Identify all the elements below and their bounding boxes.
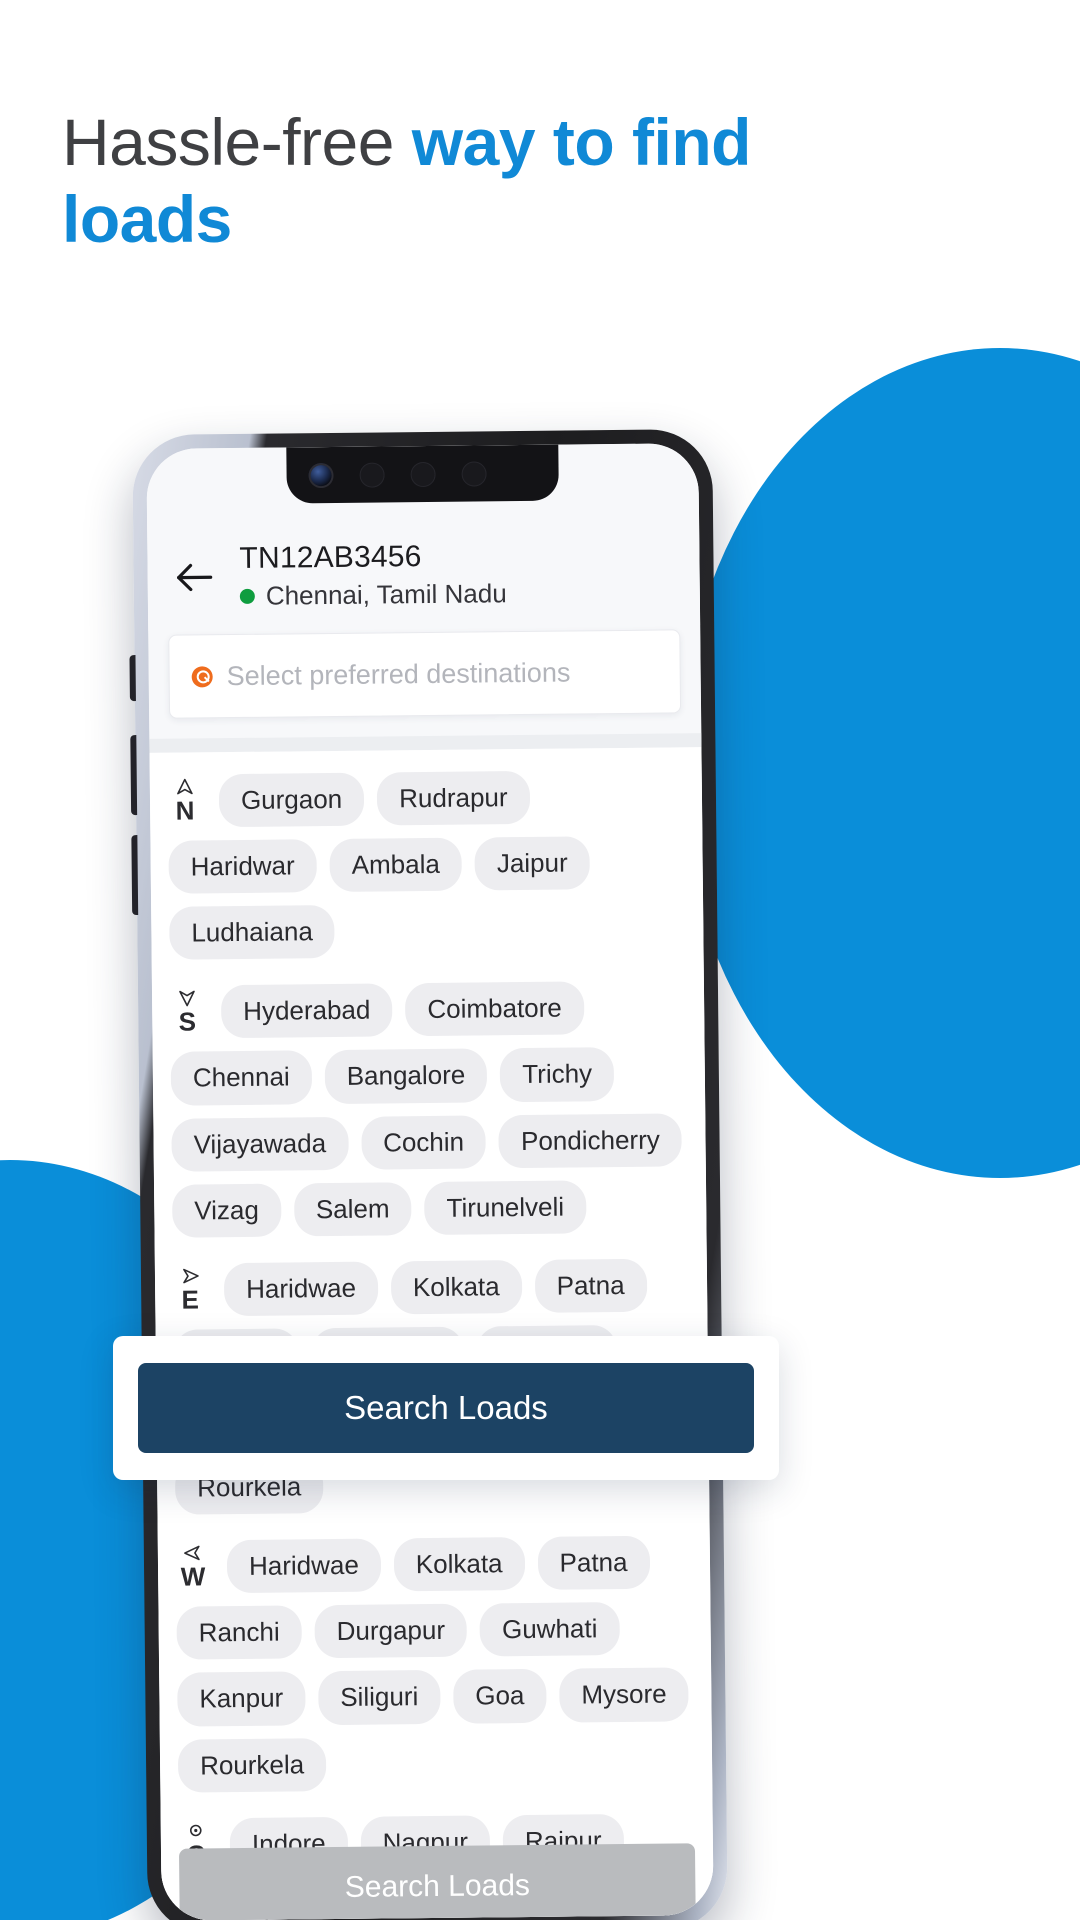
headline-plain-text: Hassle-free xyxy=(62,105,412,179)
ambient-light-sensor-icon xyxy=(410,461,436,487)
destination-chip[interactable]: Jaipur xyxy=(474,836,590,891)
app-header: TN12AB3456 Chennai, Tamil Nadu xyxy=(147,515,701,631)
background-blob-right xyxy=(680,348,1080,1178)
phone-silent-switch xyxy=(129,655,136,702)
destination-chip[interactable]: Pondicherry xyxy=(498,1112,683,1168)
phone-volume-down-button xyxy=(131,835,139,916)
destination-chip[interactable]: Kolkata xyxy=(390,1259,522,1315)
secondary-search-loads-button[interactable]: Search Loads xyxy=(178,1843,696,1920)
destination-chip[interactable]: Patna xyxy=(534,1258,647,1313)
destination-section-south: S Hyderabad Coimbatore Chennai Bangalore Tric… xyxy=(170,981,689,1238)
destination-chip[interactable]: Bangalore xyxy=(324,1048,488,1104)
current-location-row: Chennai, Tamil Nadu xyxy=(239,578,507,612)
destination-section-north: N Gurgaon Rudrapur Haridwar Ambala Jaipur Ludh… xyxy=(168,769,686,961)
compass-west-icon: W xyxy=(176,1542,211,1592)
destination-chip[interactable]: Hyderabad xyxy=(220,983,393,1039)
destination-chip[interactable]: Trichy xyxy=(500,1047,615,1102)
page-title: Hassle-free way to find loads xyxy=(62,104,822,258)
compass-letter-north: N xyxy=(175,795,195,826)
app-viewport: TN12AB3456 Chennai, Tamil Nadu Select pr… xyxy=(146,443,714,1920)
destination-chip[interactable]: Chennai xyxy=(170,1050,313,1106)
destination-sections: N Gurgaon Rudrapur Haridwar Ambala Jaipur Ludh… xyxy=(149,747,714,1920)
front-camera-icon xyxy=(308,462,334,488)
compass-east-icon: E xyxy=(173,1265,208,1315)
destination-chip[interactable]: Haridwae xyxy=(223,1261,379,1317)
destination-chip[interactable]: Siliguri xyxy=(317,1670,441,1725)
phone-notch xyxy=(286,444,559,504)
current-location-label: Chennai, Tamil Nadu xyxy=(265,578,507,611)
compass-south-icon: S xyxy=(170,987,205,1037)
destination-chip[interactable]: Ranchi xyxy=(176,1605,302,1661)
destination-search-field[interactable]: Select preferred destinations xyxy=(168,629,682,719)
phone-volume-up-button xyxy=(130,735,138,816)
destination-chip[interactable]: Coimbatore xyxy=(405,981,585,1037)
destination-chip[interactable]: Kolkata xyxy=(393,1537,525,1592)
destination-chip[interactable]: Guwhati xyxy=(479,1602,620,1657)
back-arrow-icon[interactable] xyxy=(173,557,213,597)
chip-group-north: N Gurgaon Rudrapur Haridwar Ambala Jaipur Ludh… xyxy=(168,769,686,961)
destination-chip[interactable]: Vijayawada xyxy=(171,1116,349,1172)
destination-chip[interactable]: Haridwar xyxy=(168,839,317,894)
destination-chip[interactable]: Ludhaiana xyxy=(169,905,336,961)
destination-chip[interactable]: Durgapur xyxy=(314,1603,468,1659)
compass-letter-west: W xyxy=(180,1561,206,1592)
destination-chip[interactable]: Salem xyxy=(293,1181,412,1237)
chip-group-south: S Hyderabad Coimbatore Chennai Bangalore Tric… xyxy=(170,981,689,1238)
destination-chip[interactable]: Ambala xyxy=(329,837,463,893)
destination-chip[interactable]: Haridwae xyxy=(226,1538,382,1594)
destination-chip[interactable]: Rourkela xyxy=(177,1737,327,1793)
destination-chip[interactable]: Mysore xyxy=(559,1667,689,1723)
destination-section-west: W Haridwae Kolkata Patna Ranchi Durgapur Guwha… xyxy=(176,1535,695,1793)
compass-north-icon: N xyxy=(168,776,203,826)
compass-letter-east: E xyxy=(181,1284,200,1315)
search-placeholder: Select preferred destinations xyxy=(226,657,571,691)
chip-group-west: W Haridwae Kolkata Patna Ranchi Durgapur Guwha… xyxy=(176,1535,695,1793)
destination-chip[interactable]: Rudrapur xyxy=(376,770,530,826)
search-pin-icon xyxy=(191,665,213,687)
destination-chip[interactable]: Patna xyxy=(537,1535,650,1591)
face-sensor-icon xyxy=(461,460,487,487)
vehicle-info: TN12AB3456 Chennai, Tamil Nadu xyxy=(239,539,507,612)
phone-mockup: TN12AB3456 Chennai, Tamil Nadu Select pr… xyxy=(129,429,728,1920)
search-loads-card: Search Loads xyxy=(113,1336,779,1480)
destination-chip[interactable]: Kanpur xyxy=(177,1671,306,1727)
destination-chip[interactable]: Goa xyxy=(452,1669,547,1724)
destination-chip[interactable]: Cochin xyxy=(360,1114,487,1170)
search-loads-button[interactable]: Search Loads xyxy=(138,1363,754,1453)
phone-screen: TN12AB3456 Chennai, Tamil Nadu Select pr… xyxy=(146,443,714,1920)
proximity-sensor-icon xyxy=(359,461,385,488)
status-dot-icon xyxy=(239,588,255,604)
destination-chip[interactable]: Vizag xyxy=(172,1183,282,1238)
compass-letter-south: S xyxy=(178,1006,197,1037)
destination-chip[interactable]: Tirunelveli xyxy=(424,1180,587,1235)
destination-chip[interactable]: Gurgaon xyxy=(218,772,365,828)
vehicle-number: TN12AB3456 xyxy=(239,540,422,575)
